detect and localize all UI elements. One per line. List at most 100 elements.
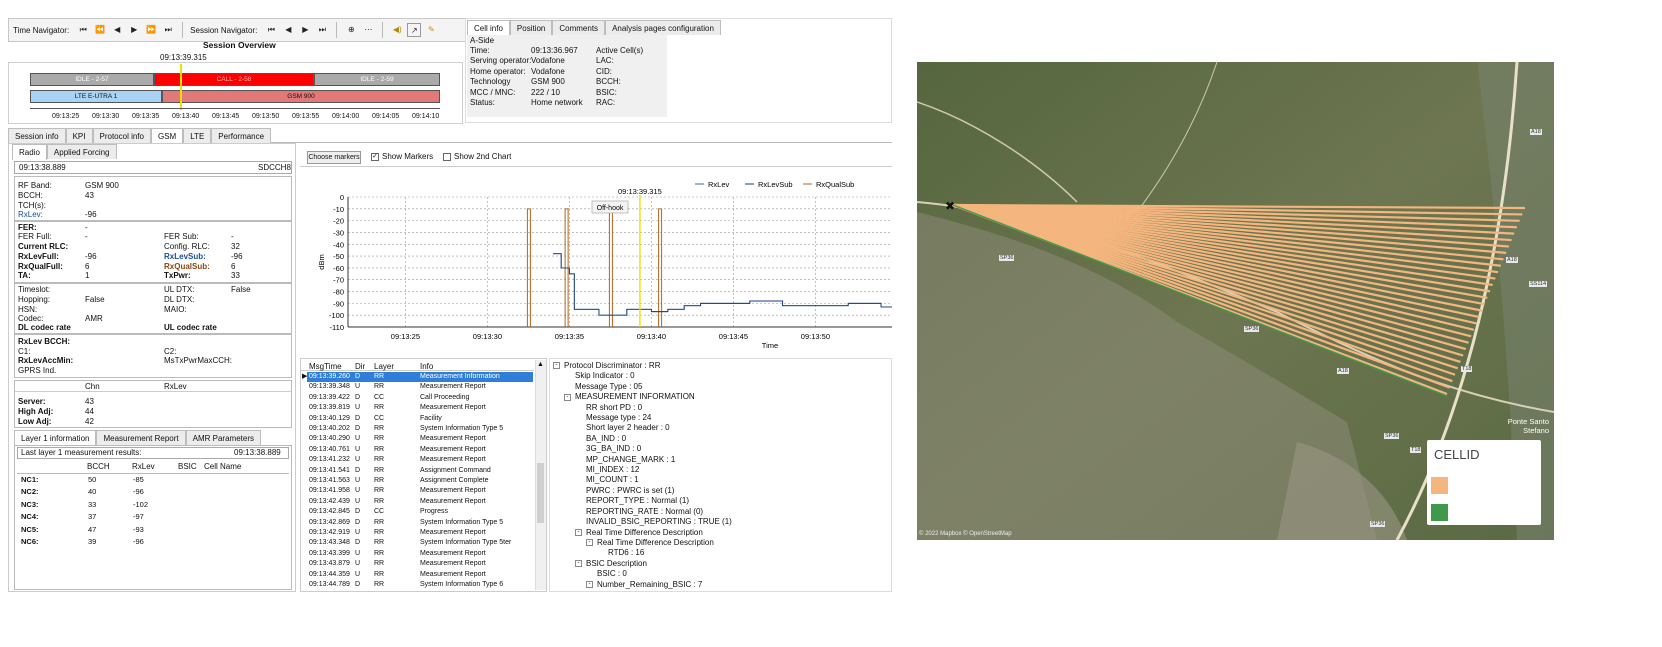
decode-node[interactable]: - BSIC Description	[553, 559, 732, 569]
log-row[interactable]: 09:13:39.422 D CC Call Proceeding	[307, 393, 533, 403]
session-first-icon[interactable]: ⏮	[264, 23, 278, 37]
log-row[interactable]: 09:13:44.789 D RR System Information Type 6	[307, 580, 533, 590]
tab-applied-forcing[interactable]: Applied Forcing	[46, 144, 117, 159]
collapse-toggle-icon[interactable]: -	[575, 528, 582, 536]
cell-info-cell: Vodafone	[531, 66, 565, 76]
log-row[interactable]: 09:13:40.129 D CC Facility	[307, 414, 533, 424]
decode-node[interactable]: REPORTING_RATE : Normal (0)	[553, 507, 732, 517]
speaker-icon[interactable]: ◀)	[390, 23, 404, 37]
decode-node[interactable]: 3G_BA_IND : 0	[553, 444, 732, 454]
decode-node[interactable]: - Real Time Difference Description	[553, 538, 732, 548]
decode-node[interactable]: Message type : 24	[553, 413, 732, 423]
session-segment-lte[interactable]: LTE E-UTRA 1	[30, 90, 162, 103]
choose-markers-button[interactable]: Choose markers	[307, 151, 361, 164]
decode-node[interactable]: RR short PD : 0	[553, 403, 732, 413]
fast-forward-icon[interactable]: ⏩	[144, 23, 158, 37]
decode-node[interactable]: PWRC : PWRC is set (1)	[553, 486, 732, 496]
tab-performance[interactable]: Performance	[211, 128, 272, 143]
session-prev-icon[interactable]: ◀	[281, 23, 295, 37]
log-row[interactable]: 09:13:41.563 U RR Assignment Complete	[307, 476, 533, 486]
log-row[interactable]: 09:13:42.845 D CC Progress	[307, 507, 533, 517]
session-segment-gsm[interactable]: GSM 900	[162, 90, 440, 103]
collapse-toggle-icon[interactable]: -	[575, 560, 582, 568]
session-axis-tick: 09:13:45	[212, 113, 240, 120]
main-tabs: Session info KPI Protocol info GSM LTE P…	[8, 128, 272, 144]
tab-amr-parameters[interactable]: AMR Parameters	[185, 430, 261, 445]
show-markers-checkbox[interactable]: ✓	[371, 153, 379, 161]
decode-node[interactable]: BA_IND : 0	[553, 434, 732, 444]
decode-node[interactable]: MI_INDEX : 12	[553, 465, 732, 475]
cell-info-side: A-Side	[470, 36, 495, 45]
tab-position[interactable]: Position	[509, 20, 553, 35]
log-scroll-thumb[interactable]	[537, 463, 544, 523]
target-icon[interactable]: ⊕	[344, 23, 358, 37]
session-last-icon[interactable]: ⏭	[315, 23, 329, 37]
tab-measurement-report[interactable]: Measurement Report	[96, 430, 186, 445]
cell-tower-icon[interactable]: ✖	[945, 199, 955, 213]
session-segment-call[interactable]: CALL - 2-58	[154, 73, 314, 86]
chart-icon[interactable]: ↗	[407, 23, 422, 37]
tab-analysis-pages[interactable]: Analysis pages configuration	[605, 20, 721, 35]
tab-lte[interactable]: LTE	[183, 128, 212, 143]
decode-node[interactable]: Short layer 2 header : 0	[553, 423, 732, 433]
cell-info-cell: BCCH:	[596, 77, 621, 87]
ul-dtx-label: UL DTX:	[164, 285, 195, 294]
play-icon[interactable]: ▶	[127, 23, 141, 37]
decode-node[interactable]: MI_COUNT : 1	[553, 475, 732, 485]
decode-node[interactable]: Skip Indicator : 0	[553, 371, 732, 381]
log-row[interactable]: 09:13:41.541 D RR Assignment Command	[307, 466, 533, 476]
fast-back-icon[interactable]: ⏪	[93, 23, 107, 37]
decode-node[interactable]: - MEASUREMENT INFORMATION	[553, 392, 732, 402]
server-label: Server:	[18, 397, 46, 406]
log-row[interactable]: 09:13:39.819 U RR Measurement Report	[307, 403, 533, 413]
log-row[interactable]: 09:13:39.260 D RR Measurement Information	[307, 372, 533, 383]
signal-chart[interactable]: 0 -10 -20 -30 -40 -50 -60 -70 -80 -90 -100 -110 09:1…	[300, 170, 892, 355]
log-row[interactable]: 09:13:40.202 D RR System Information Type 5	[307, 424, 533, 434]
log-row[interactable]: 09:13:42.919 U RR Measurement Report	[307, 528, 533, 538]
decode-node[interactable]: INVALID_BSIC_REPORTING : TRUE (1)	[553, 517, 732, 527]
session-segment-idle-1[interactable]: IDLE - 2-57	[30, 73, 154, 86]
decode-node[interactable]: BSIC : 0	[553, 569, 732, 579]
log-scroll-up-icon[interactable]: ▲	[537, 361, 544, 368]
low-adj-value: 42	[85, 417, 94, 426]
log-row[interactable]: 09:13:43.348 D RR System Information Type 5…	[307, 538, 533, 548]
tab-cell-info[interactable]: Cell info	[467, 20, 510, 36]
collapse-toggle-icon[interactable]: -	[586, 580, 593, 588]
last-icon[interactable]: ⏭	[161, 23, 175, 37]
tab-session-info[interactable]: Session info	[8, 128, 66, 143]
log-row[interactable]: 09:13:40.290 U RR Measurement Report	[307, 434, 533, 444]
session-segment-idle-2[interactable]: IDLE - 2-59	[314, 73, 440, 86]
pencil-icon[interactable]: ✎	[424, 23, 438, 37]
log-row[interactable]: 09:13:42.869 D RR System Information Type 5	[307, 518, 533, 528]
log-row[interactable]: 09:13:43.399 U RR Measurement Report	[307, 549, 533, 559]
log-row[interactable]: 09:13:41.958 U RR Measurement Report	[307, 486, 533, 496]
tab-radio[interactable]: Radio	[12, 144, 47, 160]
decode-node[interactable]: - Protocol Discriminator : RR	[553, 361, 732, 371]
decode-node[interactable]: RTD6 : 16	[553, 548, 732, 558]
log-row[interactable]: 09:13:39.348 U RR Measurement Report	[307, 382, 533, 392]
step-back-icon[interactable]: ◀	[110, 23, 124, 37]
decode-node[interactable]: REPORT_TYPE : Normal (1)	[553, 496, 732, 506]
decode-node[interactable]: - Real Time Difference Description	[553, 528, 732, 538]
log-row[interactable]: 09:13:41.232 U RR Measurement Report	[307, 455, 533, 465]
collapse-toggle-icon[interactable]: -	[553, 362, 560, 370]
log-row[interactable]: 09:13:43.879 U RR Measurement Report	[307, 559, 533, 569]
tab-kpi[interactable]: KPI	[65, 128, 93, 143]
first-icon[interactable]: ⏮	[76, 23, 90, 37]
collapse-toggle-icon[interactable]: -	[564, 393, 571, 401]
log-row[interactable]: 09:13:44.359 U RR Measurement Report	[307, 570, 533, 580]
log-row[interactable]: 09:13:42.439 U RR Measurement Report	[307, 497, 533, 507]
tab-comments[interactable]: Comments	[552, 20, 606, 35]
tab-protocol-info[interactable]: Protocol info	[92, 128, 151, 143]
decode-node[interactable]: MP_CHANGE_MARK : 1	[553, 455, 732, 465]
y-tick-label: -50	[333, 252, 344, 261]
tab-gsm[interactable]: GSM	[150, 128, 184, 144]
decode-node[interactable]: - Number_Remaining_BSIC : 7	[553, 580, 732, 590]
collapse-toggle-icon[interactable]: -	[586, 539, 593, 547]
tab-layer1-info[interactable]: Layer 1 information	[14, 430, 97, 446]
log-row[interactable]: 09:13:40.761 U RR Measurement Report	[307, 445, 533, 455]
show-2nd-chart-checkbox[interactable]	[443, 153, 451, 161]
decode-node[interactable]: Message Type : 05	[553, 382, 732, 392]
session-next-icon[interactable]: ▶	[298, 23, 312, 37]
link-icon[interactable]: ⋯	[361, 23, 375, 37]
